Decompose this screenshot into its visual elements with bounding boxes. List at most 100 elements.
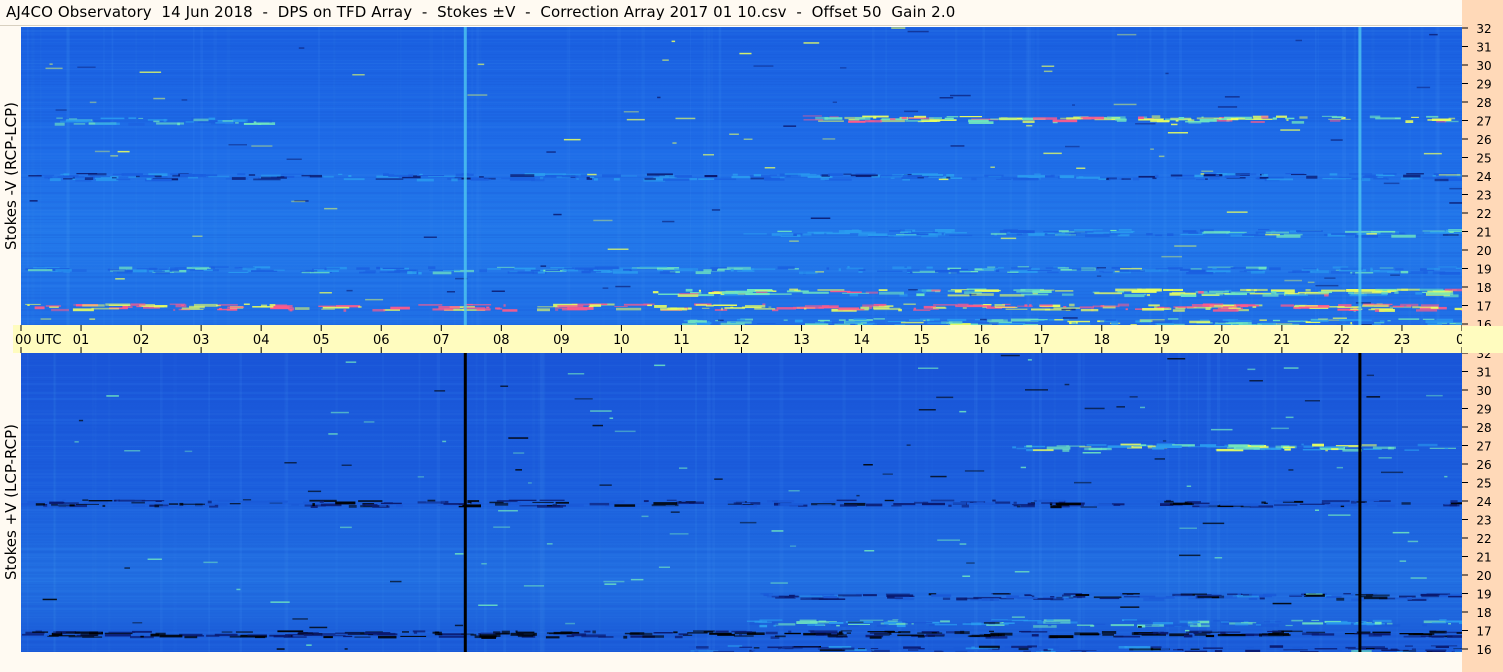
top-band-segment (917, 121, 924, 123)
top-band-segment (128, 122, 145, 126)
bottom-band-segment (1228, 444, 1248, 447)
bottom-noise-dash (1272, 602, 1292, 605)
top-stripe (21, 78, 1462, 80)
top-band-segment (1028, 233, 1045, 236)
bottom-band-segment (238, 501, 248, 503)
bottom-noise-dash (1407, 540, 1419, 543)
top-band-segment (1299, 116, 1308, 119)
top-band-segment (838, 319, 846, 321)
top-band-segment (1125, 308, 1128, 311)
top-band-segment (721, 307, 723, 311)
bottom-band-segment (767, 500, 795, 503)
bottom-band-segment (1032, 449, 1054, 452)
top-streak (471, 27, 474, 325)
top-band-segment (990, 232, 1007, 235)
top-band-segment (1329, 119, 1341, 122)
top-band-segment (1020, 293, 1049, 296)
top-noise-dash (626, 118, 645, 121)
bottom-noise-dash (1027, 359, 1032, 361)
bottom-band-segment (1450, 500, 1458, 504)
bottom-noise-dash (1444, 475, 1448, 478)
top-band-segment (769, 174, 777, 176)
top-band-segment (1071, 268, 1095, 271)
top-noise-dash (980, 318, 987, 321)
top-noise-dash (615, 285, 631, 288)
top-band-segment (846, 267, 864, 270)
top-noise-dash (1065, 145, 1080, 148)
bottom-band-segment (1248, 597, 1258, 600)
top-band-segment (954, 289, 962, 293)
top-band-segment (496, 307, 503, 310)
top-band-segment (909, 319, 935, 321)
bottom-band-segment (1312, 443, 1324, 447)
top-noise-dash (1201, 170, 1214, 172)
top-stripe (21, 150, 1462, 151)
bottom-noise-dash (714, 478, 723, 480)
bottom-noise-dash (1186, 485, 1192, 487)
bottom-band-segment (159, 634, 183, 638)
top-noise-dash (1165, 72, 1169, 75)
top-stripe (21, 252, 1462, 254)
bottom-streak (842, 353, 846, 652)
top-band-segment (639, 266, 668, 268)
top-band-segment (850, 174, 878, 177)
top-band-segment (231, 177, 246, 180)
bottom-noise-dash (1366, 374, 1374, 377)
bottom-band-segment (1123, 596, 1140, 598)
top-band-segment (514, 267, 536, 270)
bottom-stripe (21, 485, 1462, 486)
bottom-band-segment (1137, 595, 1156, 598)
top-band-segment (815, 232, 821, 234)
top-band-segment (1021, 178, 1040, 180)
bottom-band-segment (1237, 593, 1241, 596)
top-band-segment (1236, 117, 1246, 120)
top-band-segment (235, 122, 239, 124)
bottom-band-segment (775, 635, 786, 638)
top-noise-dash (1072, 104, 1075, 106)
bottom-band-segment (1249, 594, 1257, 596)
top-noise-dash (711, 209, 721, 211)
top-band-segment (623, 268, 631, 271)
bottom-band-segment (883, 501, 895, 503)
top-band-segment (1415, 292, 1423, 295)
top-noise-dash (662, 59, 669, 61)
top-band-segment (169, 268, 178, 270)
top-band-segment (1146, 294, 1150, 297)
bottom-band-segment (1160, 647, 1170, 651)
top-band-segment (1007, 271, 1019, 273)
top-band-segment (1155, 268, 1178, 270)
bottom-streak (1274, 353, 1277, 652)
top-band-segment (343, 178, 365, 181)
top-band-segment (407, 271, 417, 275)
time-tick-label: 00 UTC (15, 333, 61, 348)
top-band-segment (1039, 304, 1053, 307)
top-band-segment (1212, 267, 1217, 270)
top-band-segment (175, 304, 187, 308)
bottom-band-segment (396, 504, 403, 508)
top-band-segment (1250, 121, 1265, 123)
top-band-segment (1186, 272, 1214, 275)
top-band-segment (846, 291, 862, 293)
top-stripe (21, 198, 1462, 199)
top-band-segment (1370, 268, 1373, 272)
top-stripe (21, 126, 1462, 128)
top-band-segment (1205, 307, 1211, 310)
bottom-band-segment (515, 630, 518, 633)
top-band-segment (1198, 291, 1204, 294)
top-band-segment (82, 304, 105, 307)
top-band-segment (855, 173, 876, 175)
bottom-noise-dash (887, 620, 898, 622)
freq-tick-label: 17 (1476, 625, 1491, 639)
top-noise-dash (324, 207, 338, 210)
top-stripe (21, 195, 1462, 196)
bottom-band-segment (1144, 624, 1152, 627)
top-band-segment (736, 318, 746, 321)
bottom-band-segment (1398, 647, 1409, 650)
top-band-segment (771, 233, 794, 236)
bottom-noise-dash (340, 526, 352, 529)
bottom-band-segment (759, 619, 783, 621)
freq-tick-label: 20 (1476, 244, 1491, 258)
top-noise-dash (783, 125, 797, 127)
top-band-segment (1321, 115, 1338, 117)
bottom-band-segment (76, 503, 99, 505)
